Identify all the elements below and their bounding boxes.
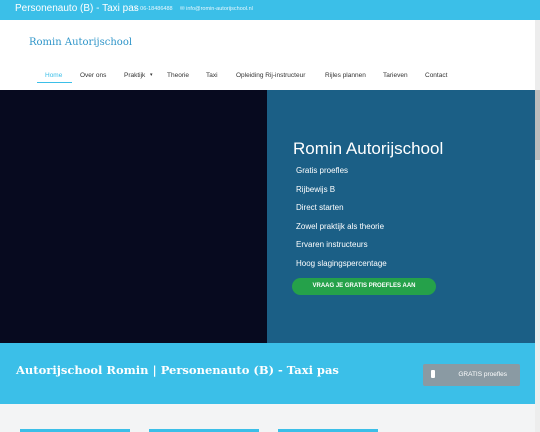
- phone-number: 06-18486488: [140, 6, 173, 12]
- site-header: Romin Autorijschool Home Over ons Prakti…: [0, 20, 540, 91]
- top-bar-title: Personenauto (B) - Taxi pas: [15, 3, 139, 14]
- cta-button[interactable]: VRAAG JE GRATIS PROEFLES AAN: [292, 278, 436, 295]
- nav-active-indicator: [37, 82, 72, 83]
- scrollbar-thumb[interactable]: [535, 90, 540, 160]
- phone-link[interactable]: ✓ 06-18486488: [134, 6, 173, 12]
- chevron-down-icon: ▾: [150, 72, 153, 78]
- hero-image: [0, 90, 267, 343]
- nav-contact[interactable]: Contact: [425, 72, 447, 79]
- top-bar: Personenauto (B) - Taxi pas ✓ 06-1848648…: [0, 0, 540, 20]
- hero-bullet: Ervaren instructeurs: [296, 240, 368, 249]
- mail-icon: ✉: [180, 6, 185, 12]
- site-logo[interactable]: Romin Autorijschool: [29, 37, 132, 48]
- nav-theorie[interactable]: Theorie: [167, 72, 189, 79]
- email-address: info@romin-autorijschool.nl: [186, 6, 253, 12]
- nav-rijles-plannen[interactable]: Rijles plannen: [325, 72, 366, 79]
- email-link[interactable]: ✉ info@romin-autorijschool.nl: [180, 6, 253, 12]
- scrollbar[interactable]: [535, 20, 540, 432]
- hero-panel: [267, 90, 540, 343]
- nav-tarieven[interactable]: Tarieven: [383, 72, 408, 79]
- nav-opleiding-rij-instructeur[interactable]: Opleiding Rij-instructeur: [236, 72, 305, 79]
- nav-over-ons[interactable]: Over ons: [80, 72, 106, 79]
- hero-bullet: Rijbewijs B: [296, 185, 336, 194]
- hero-title: Romin Autorijschool: [293, 139, 444, 158]
- hero-bullet: Gratis proefles: [296, 166, 349, 175]
- hero-bullet: Direct starten: [296, 203, 344, 212]
- nav-home[interactable]: Home: [45, 72, 62, 79]
- content-section: [0, 404, 540, 432]
- phone-icon: ✓: [134, 6, 139, 12]
- band-title: Autorijschool Romin | Personenauto (B) -…: [16, 363, 339, 377]
- gratis-proefles-button[interactable]: GRATIS proefles: [423, 364, 520, 386]
- nav-praktijk[interactable]: Praktijk: [124, 72, 145, 79]
- hero-bullet: Zowel praktijk als theorie: [296, 222, 385, 231]
- nav-taxi[interactable]: Taxi: [206, 72, 218, 79]
- hero-bullet: Hoog slagingspercentage: [296, 259, 387, 268]
- hero-section: [0, 90, 540, 343]
- pointer-cursor-icon: [431, 370, 435, 378]
